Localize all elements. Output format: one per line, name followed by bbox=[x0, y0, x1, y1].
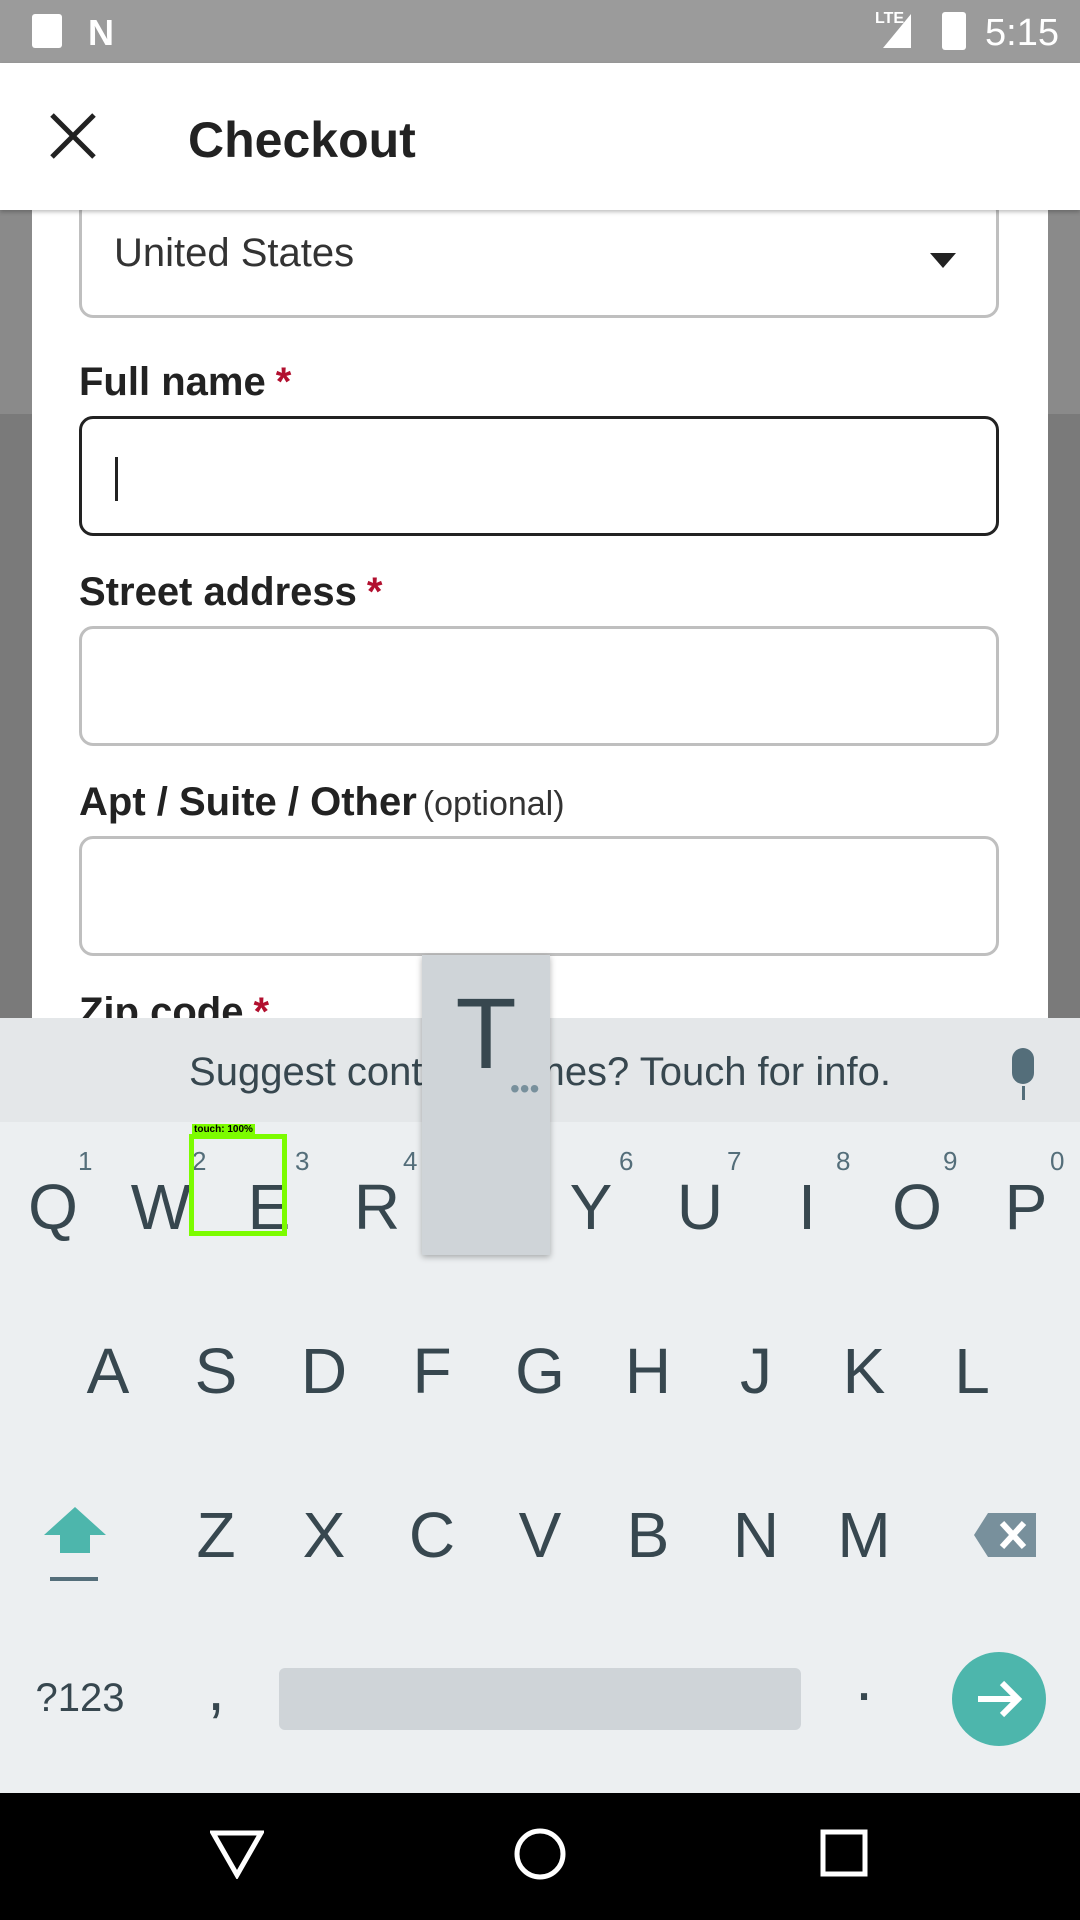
symbols-key[interactable]: ?123 bbox=[30, 1638, 130, 1758]
key-z[interactable]: Z bbox=[166, 1475, 266, 1595]
page-title: Checkout bbox=[188, 112, 416, 168]
apt-suite-input[interactable] bbox=[79, 836, 999, 956]
key-j[interactable]: J bbox=[706, 1311, 806, 1431]
key-b[interactable]: B bbox=[598, 1475, 698, 1595]
space-bar[interactable] bbox=[279, 1668, 801, 1730]
navigation-bar bbox=[0, 1793, 1080, 1920]
street-address-input[interactable] bbox=[79, 626, 999, 746]
apt-suite-label: Apt / Suite / Other (optional) bbox=[79, 780, 565, 824]
period-key[interactable]: . bbox=[814, 1618, 914, 1738]
touch-indicator bbox=[189, 1134, 287, 1236]
arrow-right-icon bbox=[978, 1680, 1023, 1718]
status-bar: N LTE 5:15 bbox=[0, 0, 1080, 63]
key-u-hint: 7 bbox=[727, 1146, 742, 1176]
key-d[interactable]: D bbox=[274, 1311, 374, 1431]
key-n[interactable]: N bbox=[706, 1475, 806, 1595]
key-g[interactable]: G bbox=[490, 1311, 590, 1431]
country-select[interactable]: United States bbox=[79, 210, 999, 318]
full-name-label: Full name * bbox=[79, 360, 292, 404]
checkout-form: United States Full name * Street address *… bbox=[32, 210, 1048, 1018]
key-y-hint: 6 bbox=[619, 1146, 634, 1176]
close-icon[interactable] bbox=[48, 111, 98, 161]
home-icon[interactable] bbox=[513, 1827, 567, 1881]
key-c[interactable]: C bbox=[382, 1475, 482, 1595]
dropdown-arrow-icon bbox=[930, 253, 956, 268]
key-k[interactable]: K bbox=[814, 1311, 914, 1431]
more-icon: ••• bbox=[510, 1073, 540, 1104]
comma-key[interactable]: , bbox=[166, 1628, 266, 1748]
key-f[interactable]: F bbox=[382, 1311, 482, 1431]
key-s[interactable]: S bbox=[166, 1311, 266, 1431]
clock: 5:15 bbox=[985, 12, 1059, 54]
back-icon[interactable] bbox=[210, 1829, 264, 1879]
key-o-hint: 9 bbox=[943, 1146, 958, 1176]
key-preview-popup: T ••• bbox=[422, 955, 550, 1255]
key-i-hint: 8 bbox=[836, 1146, 851, 1176]
street-address-label: Street address * bbox=[79, 570, 383, 614]
key-l[interactable]: L bbox=[922, 1311, 1022, 1431]
key-v[interactable]: V bbox=[490, 1475, 590, 1595]
microphone-icon[interactable] bbox=[1012, 1048, 1034, 1084]
battery-icon bbox=[942, 12, 966, 50]
key-e-hint: 3 bbox=[295, 1146, 310, 1176]
recents-icon[interactable] bbox=[820, 1829, 868, 1877]
app-bar: Checkout bbox=[0, 63, 1080, 210]
sd-card-icon bbox=[32, 14, 62, 48]
key-a[interactable]: A bbox=[58, 1311, 158, 1431]
shift-icon[interactable] bbox=[42, 1505, 108, 1585]
zip-code-label: Zip code * bbox=[79, 990, 270, 1018]
enter-button[interactable] bbox=[952, 1652, 1046, 1746]
key-p-hint: 0 bbox=[1050, 1146, 1065, 1176]
text-cursor bbox=[115, 457, 118, 501]
key-x[interactable]: X bbox=[274, 1475, 374, 1595]
key-r-hint: 4 bbox=[403, 1146, 418, 1176]
key-m[interactable]: M bbox=[814, 1475, 914, 1595]
full-name-input[interactable] bbox=[79, 416, 999, 536]
key-h[interactable]: H bbox=[598, 1311, 698, 1431]
notification-n-icon: N bbox=[88, 12, 114, 53]
backspace-icon[interactable] bbox=[972, 1511, 1038, 1559]
country-value: United States bbox=[114, 231, 355, 275]
key-q-hint: 1 bbox=[78, 1146, 93, 1176]
signal-icon bbox=[883, 14, 911, 48]
